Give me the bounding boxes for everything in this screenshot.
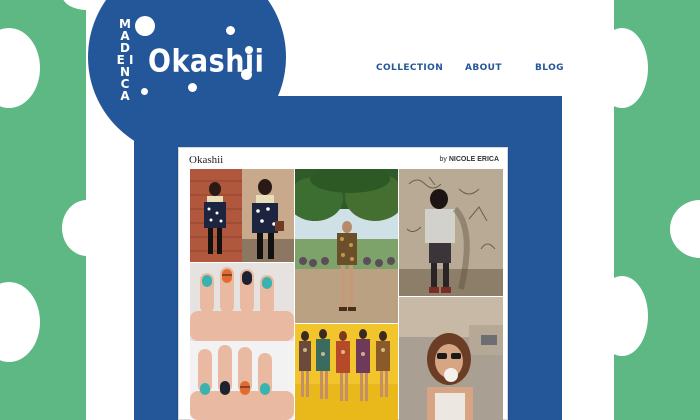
gallery-tile-printed-dresses[interactable] bbox=[295, 324, 398, 420]
logo-dot bbox=[141, 88, 148, 95]
background-dot bbox=[0, 28, 40, 108]
gallery-byline: by NICOLE ERICA bbox=[439, 156, 499, 163]
background-dot bbox=[0, 282, 40, 362]
gallery-tile-park-festival[interactable] bbox=[295, 169, 398, 323]
tribal-nail-art-image bbox=[190, 263, 294, 420]
logo-dot bbox=[135, 16, 155, 36]
byline-prefix: by bbox=[439, 156, 447, 163]
graffiti-wall-image bbox=[399, 169, 503, 296]
gallery-title: Okashii bbox=[189, 154, 224, 166]
gallery-tile-tribal-nail-art[interactable] bbox=[190, 263, 294, 420]
logo-dot bbox=[188, 83, 197, 92]
printed-dresses-image bbox=[295, 324, 398, 420]
nav-about-link[interactable]: ABOUT bbox=[465, 63, 502, 73]
logo-tagline: Made in CA bbox=[116, 17, 134, 103]
gallery-tile-bubblegum-girl[interactable] bbox=[399, 297, 503, 420]
nav-blog-link[interactable]: BLOG bbox=[535, 63, 564, 73]
logo-dot bbox=[226, 26, 235, 35]
nav-collection-link[interactable]: COLLECTION bbox=[376, 63, 443, 73]
byline-author[interactable]: NICOLE ERICA bbox=[449, 156, 499, 163]
brand-logo-wordmark[interactable]: Okashii bbox=[148, 44, 264, 80]
background-dot bbox=[670, 200, 700, 258]
bubblegum-girl-image bbox=[399, 297, 503, 420]
gallery-tile-graffiti-wall[interactable] bbox=[399, 169, 503, 296]
polka-dot-outfit-image bbox=[190, 169, 294, 262]
park-festival-image bbox=[295, 169, 398, 323]
gallery-tile-polka-dot-outfit[interactable] bbox=[190, 169, 294, 262]
